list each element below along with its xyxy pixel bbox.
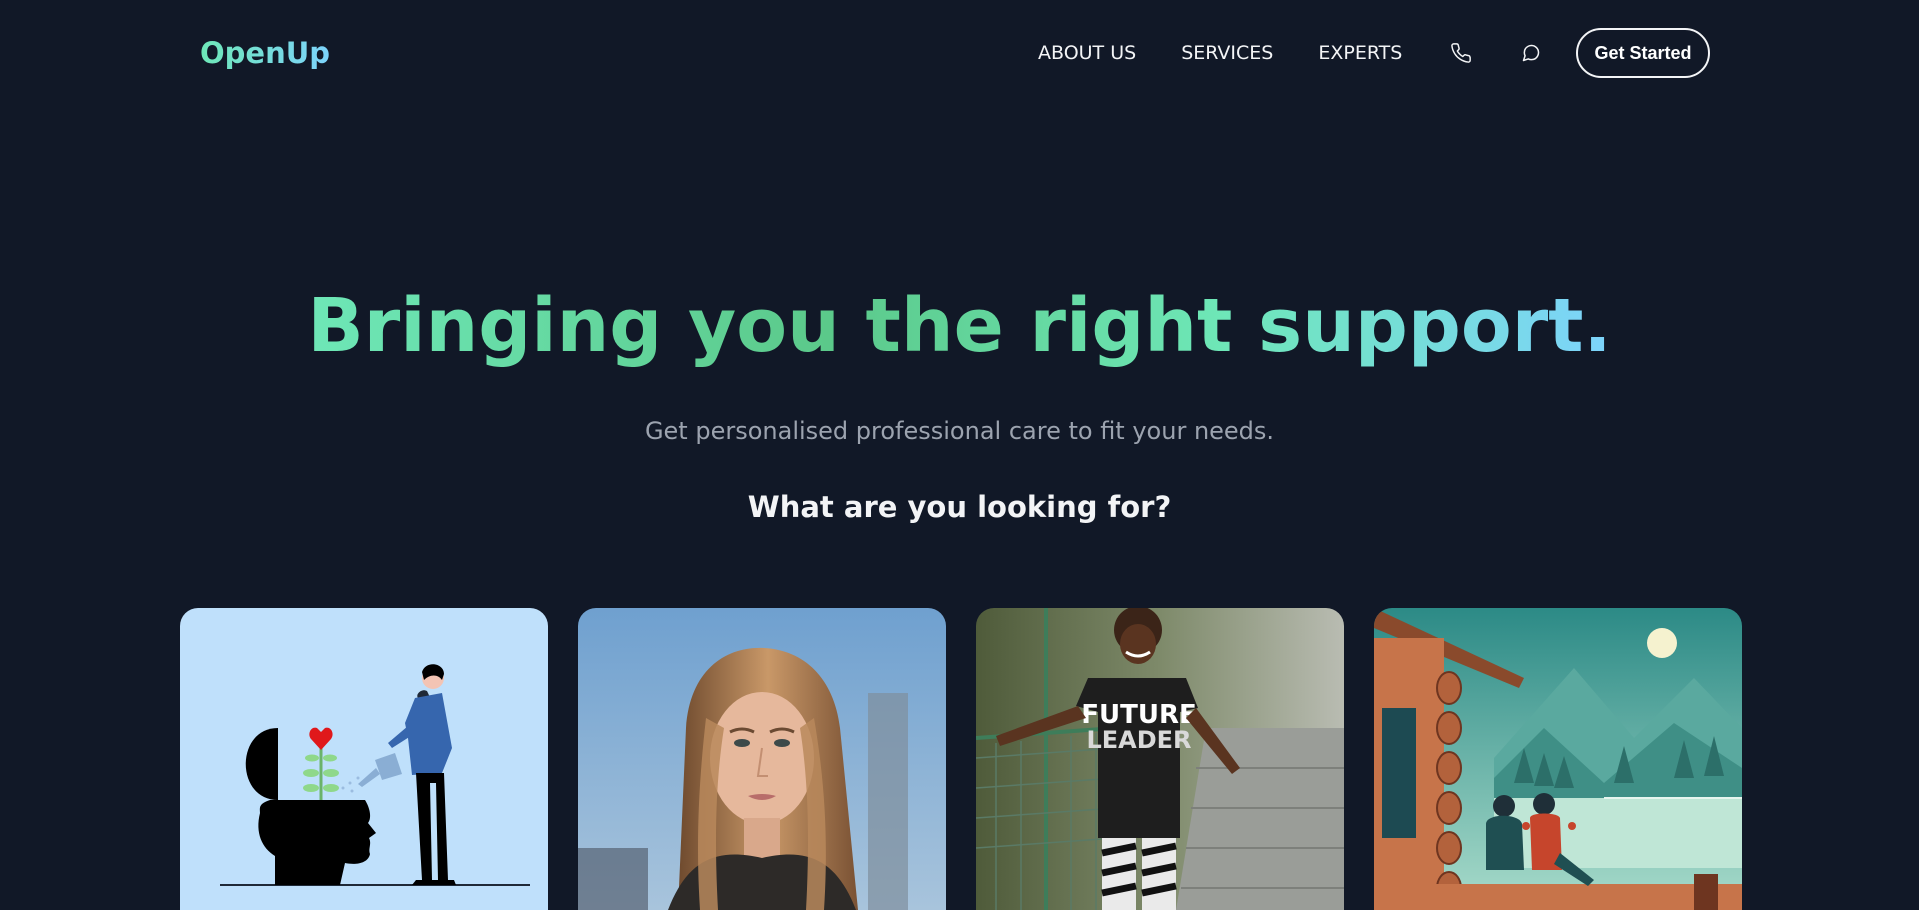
phone-button[interactable]	[1446, 38, 1476, 68]
get-started-button[interactable]: Get Started	[1576, 28, 1710, 78]
mind-growth-illustration	[180, 608, 548, 910]
chat-icon	[1522, 44, 1540, 62]
hero-subtitle: Get personalised professional care to fi…	[644, 417, 1275, 445]
site-header: OpenUp ABOUT US SERVICES EXPERTS Get Sta…	[0, 0, 1919, 108]
young-woman-portrait-photo	[578, 608, 946, 910]
service-card-2[interactable]	[578, 608, 946, 910]
chat-button[interactable]	[1516, 38, 1546, 68]
hero-title-text: Bringing you the right support.	[307, 283, 1612, 369]
nav-services[interactable]: SERVICES	[1181, 42, 1273, 64]
section-question: What are you looking for?	[747, 490, 1172, 524]
svg-text:LEADER: LEADER	[1086, 726, 1191, 754]
hero-title: Bringing you the right support.	[0, 280, 1919, 372]
child-future-leader-photo: FUTURE LEADER	[976, 608, 1344, 910]
main-nav: ABOUT US SERVICES EXPERTS	[1038, 42, 1402, 64]
service-card-4[interactable]	[1374, 608, 1742, 910]
service-cards: FUTURE LEADER	[180, 608, 1742, 910]
phone-icon	[1451, 43, 1471, 63]
service-card-3[interactable]: FUTURE LEADER	[976, 608, 1344, 910]
service-card-1[interactable]	[180, 608, 548, 910]
nav-about-us[interactable]: ABOUT US	[1038, 42, 1136, 64]
nav-experts[interactable]: EXPERTS	[1318, 42, 1402, 64]
couple-cabin-lake-illustration	[1374, 608, 1742, 910]
logo[interactable]: OpenUp	[200, 36, 330, 70]
